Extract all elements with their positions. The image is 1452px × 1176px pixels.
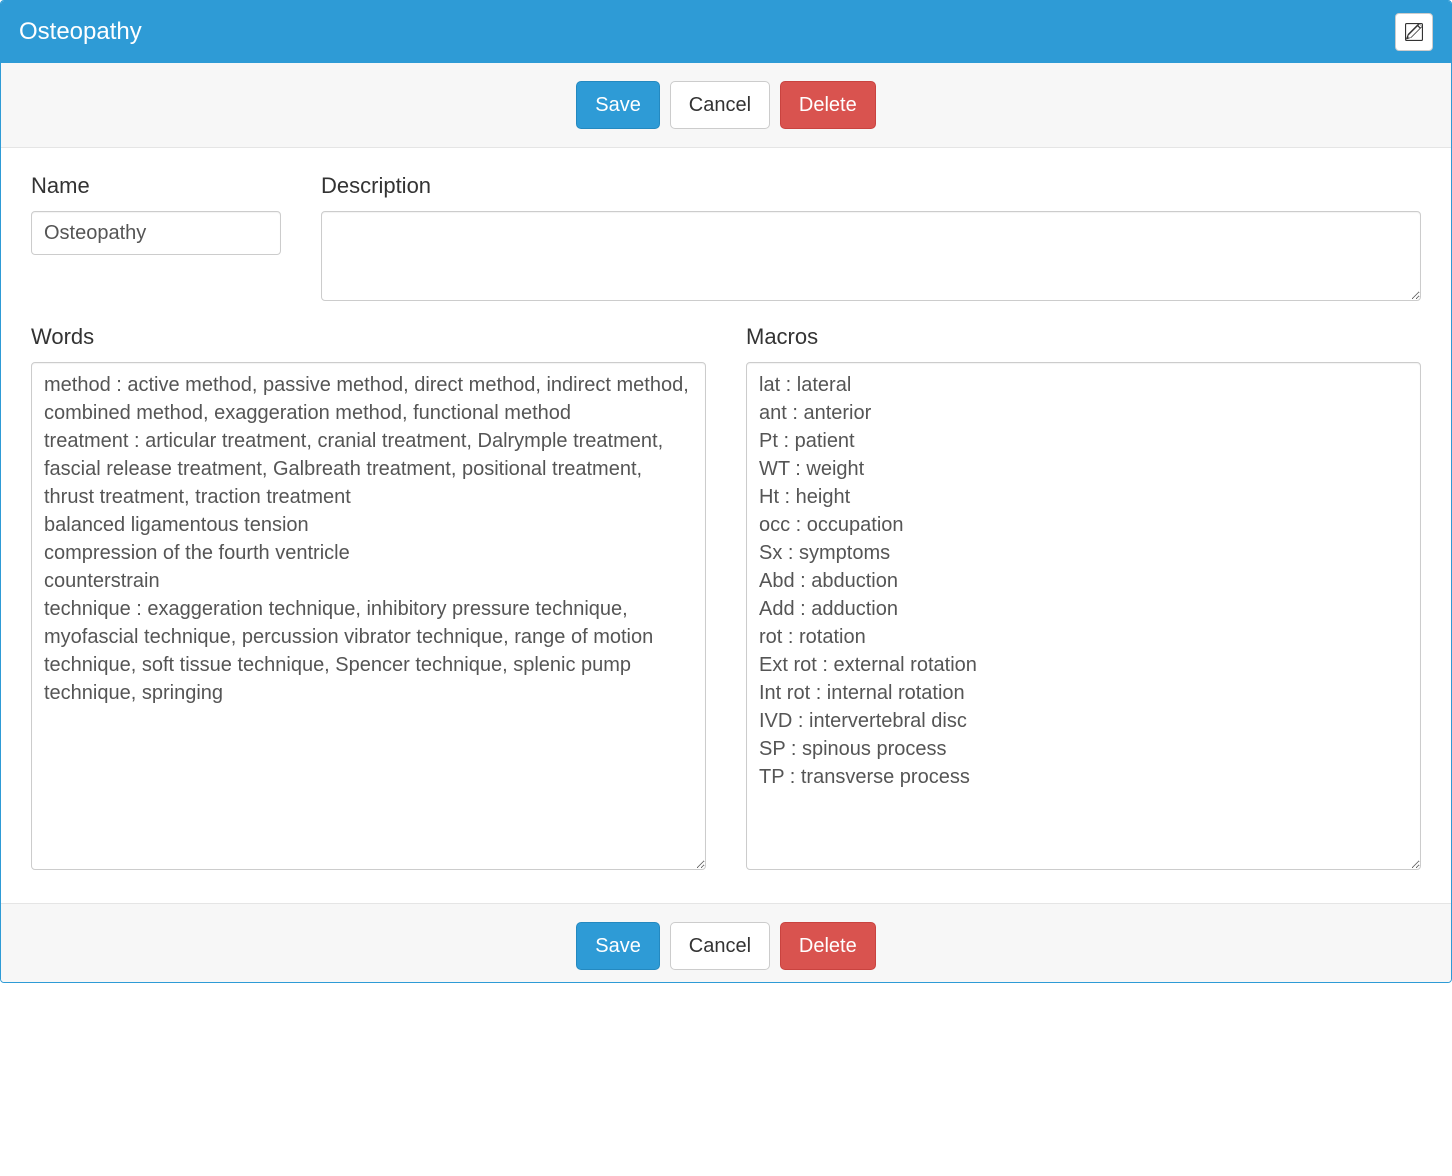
description-label: Description <box>321 173 1421 199</box>
edit-button[interactable] <box>1395 13 1433 51</box>
macros-label: Macros <box>746 324 1421 350</box>
form-body: Name Description Words Macros <box>1 148 1451 903</box>
delete-button-bottom[interactable]: Delete <box>780 922 876 970</box>
macros-group: Macros <box>746 324 1421 873</box>
words-group: Words <box>31 324 706 873</box>
words-input[interactable] <box>31 362 706 870</box>
name-group: Name <box>31 173 281 304</box>
macros-input[interactable] <box>746 362 1421 870</box>
panel-header: Osteopathy <box>1 1 1451 63</box>
cancel-button-bottom[interactable]: Cancel <box>670 922 770 970</box>
delete-button[interactable]: Delete <box>780 81 876 129</box>
description-group: Description <box>321 173 1421 304</box>
words-label: Words <box>31 324 706 350</box>
name-input[interactable] <box>31 211 281 255</box>
edit-icon <box>1405 23 1423 41</box>
save-button[interactable]: Save <box>576 81 660 129</box>
row-words-macros: Words Macros <box>31 324 1421 873</box>
panel: Osteopathy Save Cancel Delete Name Descr… <box>0 0 1452 983</box>
toolbar-bottom: Save Cancel Delete <box>1 903 1451 982</box>
row-name-description: Name Description <box>31 173 1421 304</box>
name-label: Name <box>31 173 281 199</box>
cancel-button[interactable]: Cancel <box>670 81 770 129</box>
toolbar-top: Save Cancel Delete <box>1 63 1451 148</box>
page-title: Osteopathy <box>19 18 142 46</box>
save-button-bottom[interactable]: Save <box>576 922 660 970</box>
description-input[interactable] <box>321 211 1421 301</box>
